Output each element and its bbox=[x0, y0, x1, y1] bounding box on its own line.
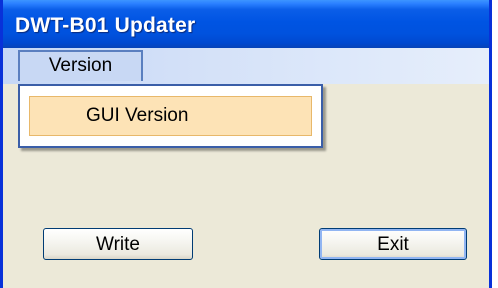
write-button[interactable]: Write bbox=[43, 228, 193, 260]
menu-version[interactable]: Version bbox=[18, 50, 143, 81]
exit-button[interactable]: Exit bbox=[319, 228, 467, 260]
version-dropdown-menu: GUI Version bbox=[18, 84, 323, 148]
title-bar[interactable]: DWT-B01 Updater bbox=[3, 0, 489, 48]
menu-item-gui-version[interactable]: GUI Version bbox=[29, 96, 312, 136]
menu-bar: Version bbox=[3, 48, 489, 84]
window-title: DWT-B01 Updater bbox=[15, 14, 196, 37]
updater-window: DWT-B01 Updater Version GUI Version Writ… bbox=[0, 0, 492, 288]
